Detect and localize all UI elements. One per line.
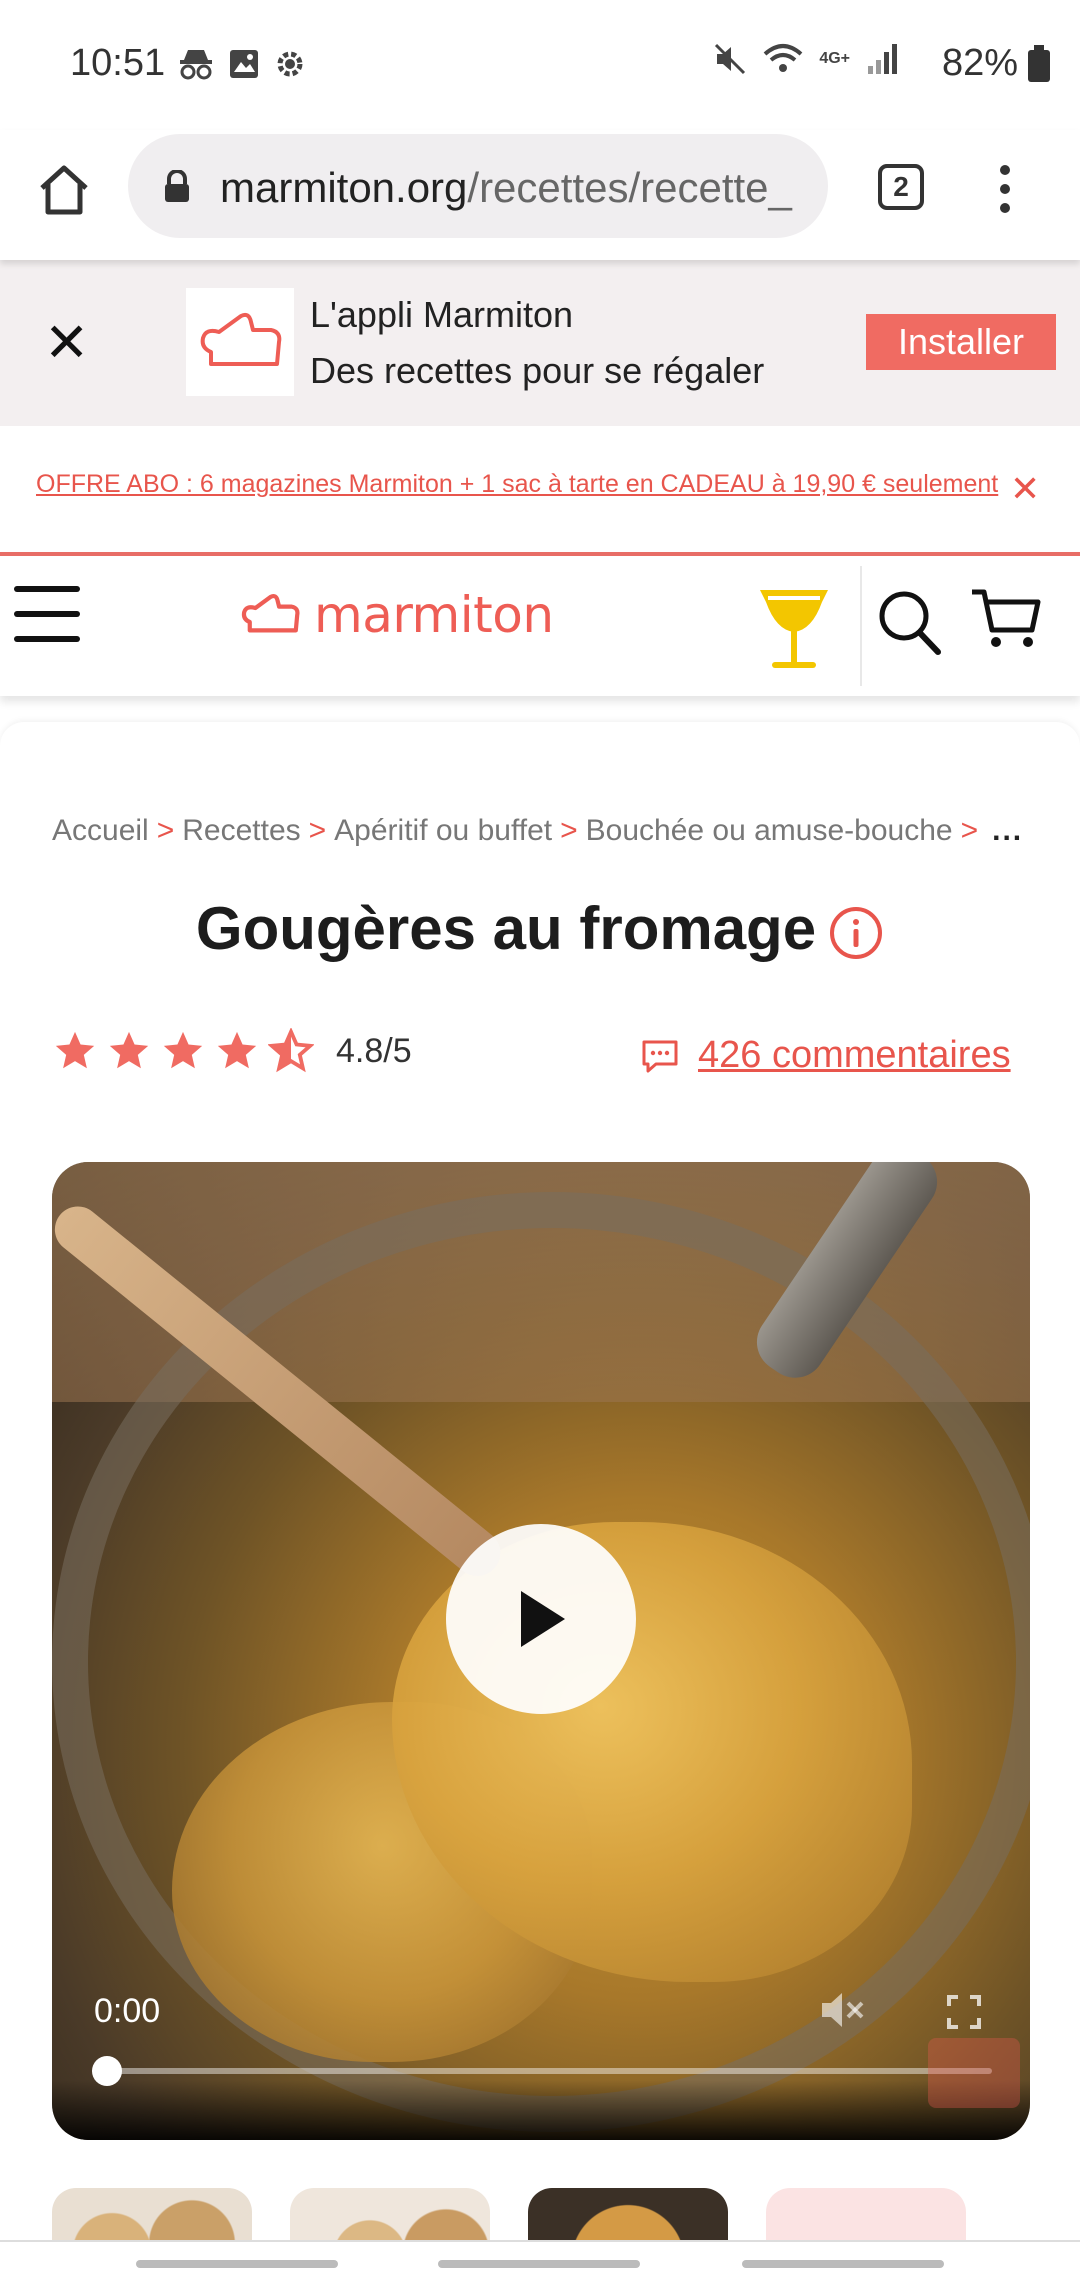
marmiton-watermark-icon <box>928 2038 1020 2108</box>
navigation-gesture-bar <box>0 2240 1080 2280</box>
video-progress-track[interactable] <box>92 2068 992 2074</box>
breadcrumb-separator: > <box>156 814 175 847</box>
header-divider <box>860 566 862 686</box>
wifi-icon <box>763 44 803 72</box>
address-bar[interactable]: marmiton.org/recettes/recette_ <box>128 134 828 238</box>
banner-close-icon[interactable]: ✕ <box>44 316 89 370</box>
gesture-handle <box>136 2260 338 2268</box>
video-time: 0:00 <box>94 1992 161 2030</box>
page-title: Gougères au fromage <box>0 894 1080 963</box>
cocktail-icon[interactable] <box>756 584 832 672</box>
status-connectivity: 4G+ <box>713 42 900 76</box>
search-icon[interactable] <box>876 586 942 656</box>
star-full-icon <box>55 1031 95 1069</box>
breadcrumb-item-aperitif[interactable]: Apéritif ou buffet <box>334 814 552 847</box>
incognito-icon <box>180 50 212 80</box>
offer-close-icon[interactable]: ✕ <box>1010 468 1040 510</box>
comments-count: 426 commentaires <box>698 1034 1011 1076</box>
recipe-rating: 4.8/5 <box>52 1028 412 1074</box>
battery-percent: 82% <box>941 42 1018 84</box>
gesture-handle <box>742 2260 944 2268</box>
network-type: 4G+ <box>819 50 850 67</box>
battery-icon <box>1028 45 1050 82</box>
cart-icon[interactable] <box>970 586 1042 652</box>
breadcrumb-item-recettes[interactable]: Recettes <box>182 814 300 847</box>
browser-menu-icon[interactable] <box>990 160 1020 220</box>
chef-hat-icon <box>200 312 282 366</box>
lock-icon <box>165 170 189 202</box>
install-button[interactable]: Installer <box>866 314 1056 370</box>
breadcrumb-more[interactable]: ... <box>992 814 1023 847</box>
site-logo-text: marmiton <box>314 586 554 644</box>
fullscreen-icon[interactable] <box>946 1994 982 2030</box>
breadcrumb-item-accueil[interactable]: Accueil <box>52 814 149 847</box>
rating-value: 4.8/5 <box>336 1031 412 1070</box>
home-icon[interactable] <box>34 160 94 220</box>
star-full-icon <box>163 1031 203 1069</box>
status-time: 10:51 <box>70 42 166 84</box>
star-half-icon <box>268 1028 314 1073</box>
mute-icon <box>715 43 746 75</box>
star-full-icon <box>109 1031 149 1069</box>
chef-hat-icon <box>241 593 300 633</box>
tab-switcher-button[interactable]: 2 <box>878 164 924 210</box>
browser-toolbar: marmiton.org/recettes/recette_ 2 <box>0 130 1080 260</box>
settings-gear-icon <box>277 51 303 77</box>
recipe-video-player[interactable]: 0:00 <box>52 1162 1030 2140</box>
site-logo[interactable]: marmiton <box>240 586 554 644</box>
url-domain: marmiton.org <box>220 164 468 211</box>
hamburger-menu-icon[interactable] <box>14 586 80 652</box>
url-text: marmiton.org/recettes/recette_ <box>220 164 820 212</box>
breadcrumb-item-bouchee[interactable]: Bouchée ou amuse-bouche <box>586 814 953 847</box>
rating-stars <box>52 1028 314 1074</box>
signal-icon <box>868 44 897 74</box>
recipe-title: Gougères au fromage <box>195 895 817 962</box>
app-install-banner: ✕ L'appli Marmiton Des recettes pour se … <box>0 260 1080 426</box>
comment-icon <box>642 1040 678 1072</box>
star-full-icon <box>217 1031 257 1069</box>
play-button[interactable] <box>446 1524 636 1714</box>
video-controls-gradient <box>52 2080 1030 2140</box>
banner-title: L'appli Marmiton <box>310 294 573 335</box>
breadcrumb-separator: > <box>560 814 578 847</box>
gallery-icon <box>230 50 258 78</box>
play-icon <box>521 1591 565 1647</box>
breadcrumb: Accueil > Recettes > Apéritif ou buffet > Bouc… <box>52 814 1023 848</box>
offer-link[interactable]: OFFRE ABO : 6 magazines Marmiton + 1 sac… <box>36 470 998 499</box>
info-icon[interactable] <box>828 905 884 961</box>
breadcrumb-separator: > <box>308 814 327 847</box>
comments-link[interactable]: 426 commentaires <box>640 1034 1011 1077</box>
offer-bar: OFFRE ABO : 6 magazines Marmiton + 1 sac… <box>0 426 1080 552</box>
video-progress-thumb[interactable] <box>92 2056 122 2086</box>
banner-subtitle: Des recettes pour se régaler <box>310 350 765 391</box>
status-notification-icons <box>178 48 306 80</box>
site-header: marmiton <box>0 552 1080 696</box>
status-bar: 10:51 4G+ 82% <box>0 0 1080 130</box>
gesture-handle <box>438 2260 640 2268</box>
volume-muted-icon[interactable] <box>818 1988 866 2032</box>
breadcrumb-separator: > <box>960 814 979 847</box>
url-path: /recettes/recette_ <box>467 164 792 211</box>
marmiton-app-logo <box>186 288 294 396</box>
